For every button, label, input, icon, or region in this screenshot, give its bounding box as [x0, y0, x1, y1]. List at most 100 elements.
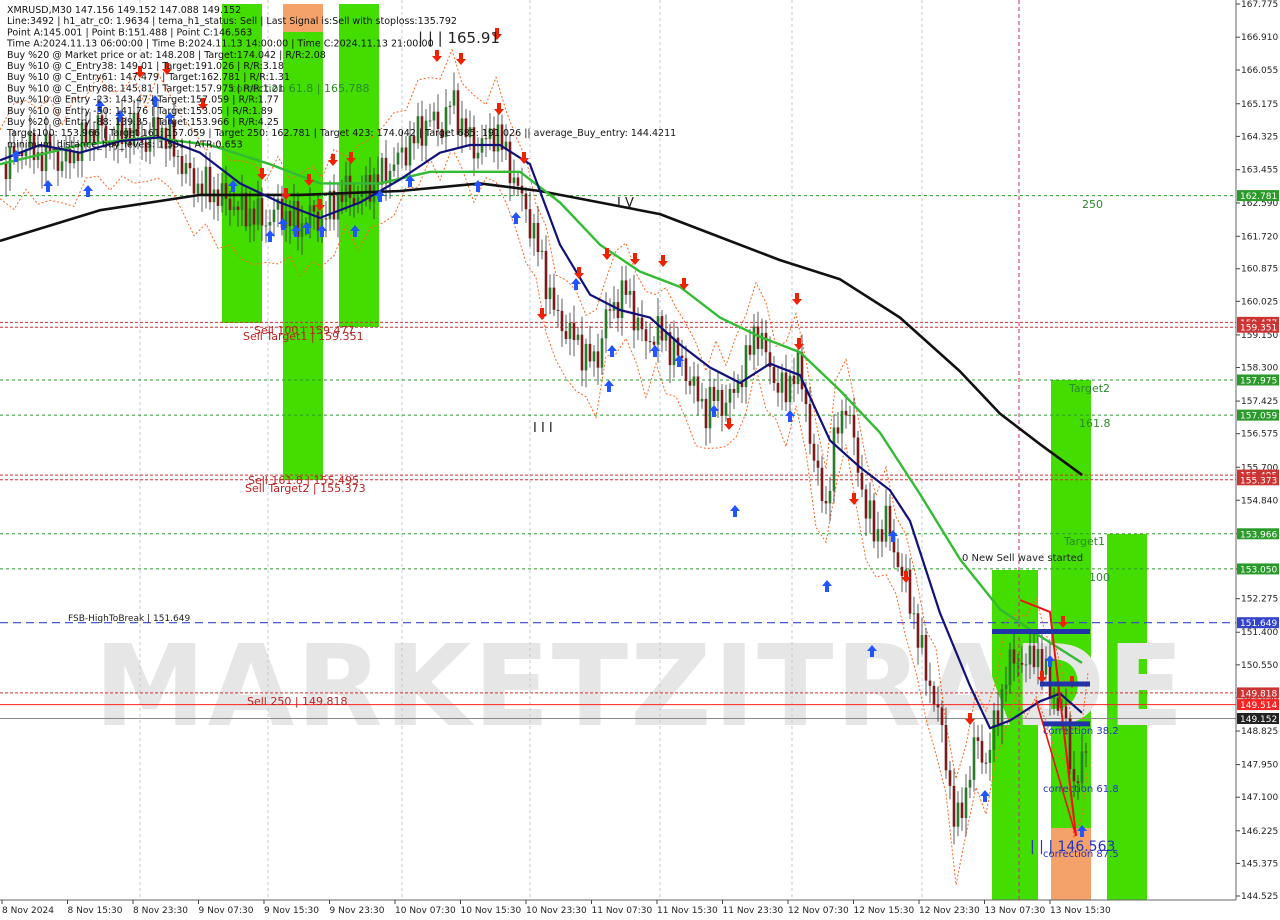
candle-body	[620, 280, 624, 318]
candle-body	[928, 680, 932, 686]
candle-body	[812, 443, 816, 461]
price-tick-label: 166.910	[1241, 33, 1278, 43]
candle-body	[720, 390, 724, 416]
time-tick-label: 8 Nov 15:30	[68, 906, 123, 916]
candle-body	[1084, 751, 1088, 753]
candle-body	[1024, 664, 1028, 666]
info-line: Buy %10 @ Entry -50: 141.76 | Target:153…	[7, 106, 273, 117]
watermark: MARKETZITRADE	[94, 622, 1186, 752]
candle-body	[224, 183, 228, 199]
candle-body	[392, 164, 396, 171]
candle-body	[184, 162, 188, 174]
candle-body	[708, 386, 712, 429]
price-tick-label: 146.225	[1241, 827, 1278, 837]
candle-body	[688, 381, 692, 386]
candle-body	[56, 151, 60, 171]
correction-618-label: correction 61.8	[1043, 784, 1119, 795]
candle-body	[204, 166, 208, 195]
candle-body	[976, 737, 980, 741]
candle-body	[712, 386, 716, 401]
price-tick-label: 160.025	[1241, 297, 1278, 307]
candle-body	[760, 332, 764, 349]
candle-body	[836, 427, 840, 434]
price-marker-label: 159.351	[1240, 324, 1277, 334]
candle-body	[560, 310, 564, 332]
candle-body	[888, 505, 892, 535]
info-line: Buy %20 @ Entry -88: 139.35 | Target:153…	[7, 117, 279, 128]
candle-body	[640, 317, 644, 330]
target2-label: Target2	[1068, 382, 1110, 395]
info-line: Target100: 153.966 | Target 161: 157.059…	[6, 128, 676, 139]
price-tick-label: 148.825	[1241, 727, 1278, 737]
sell-target1-label: Sell Target1 | 159.351	[243, 330, 364, 343]
candle-body	[964, 787, 968, 819]
candle-body	[556, 309, 560, 311]
watermark-text: MARKETZITRADE	[94, 622, 1186, 752]
candle-body	[332, 190, 336, 220]
candle-body	[764, 332, 768, 353]
candle-body	[572, 322, 576, 340]
candle-body	[624, 280, 628, 295]
candle-body	[988, 749, 992, 763]
wave-iii-label: I I I	[533, 421, 553, 436]
time-tick-label: 12 Nov 15:30	[854, 906, 915, 916]
price-tick-label: 164.325	[1241, 132, 1278, 142]
candle-body	[1016, 662, 1020, 664]
price-chart[interactable]: MARKETZITRADE | | | 165.91I VI I I| | | …	[0, 0, 1280, 920]
candle-body	[248, 208, 252, 227]
target1-label: Target1	[1063, 535, 1105, 548]
price-marker-label: 157.975	[1240, 376, 1277, 386]
candle-body	[232, 206, 236, 211]
candle-body	[264, 225, 268, 227]
candle-body	[324, 218, 328, 220]
candle-body	[372, 174, 376, 202]
chart-window: MARKETZITRADE | | | 165.91 I VI I I | | | …	[0, 0, 1280, 920]
candle-body	[608, 309, 612, 311]
candle-body	[272, 209, 276, 222]
candle-body	[796, 352, 800, 385]
time-tick-label: 10 Nov 15:30	[461, 906, 522, 916]
time-tick-label: 11 Nov 07:30	[592, 906, 653, 916]
candle-body	[268, 222, 272, 226]
candle-body	[336, 194, 340, 220]
candle-body	[228, 198, 232, 211]
price-marker-label: 149.818	[1240, 689, 1277, 699]
candle-body	[432, 111, 436, 121]
price-tick-label: 145.375	[1241, 859, 1278, 869]
candle-body	[692, 376, 696, 386]
price-tick-label: 152.275	[1241, 595, 1278, 605]
candle-body	[1056, 697, 1060, 711]
candle-body	[936, 704, 940, 708]
candle-body	[308, 205, 312, 226]
price-marker-label: 157.059	[1240, 412, 1277, 422]
candle-body	[200, 183, 204, 195]
candle-body	[960, 802, 964, 818]
price-tick-label: 147.100	[1241, 793, 1278, 803]
candle-body	[808, 404, 812, 444]
candle-body	[840, 410, 844, 434]
price-tick-label: 151.400	[1241, 628, 1278, 638]
price-marker-label: 155.373	[1240, 476, 1277, 486]
fsb-label: FSB-HighToBreak | 151.649	[68, 614, 190, 624]
candle-body	[528, 209, 532, 239]
candle-body	[244, 192, 248, 227]
candle-body	[192, 168, 196, 194]
candle-body	[876, 529, 880, 542]
candle-body	[872, 500, 876, 542]
candle-body	[1072, 769, 1076, 782]
candle-body	[972, 737, 976, 780]
info-line: Line:3492 | h1_atr_c0: 1.9634 | tema_h1_…	[7, 16, 457, 27]
candle-body	[476, 152, 480, 159]
candle-body	[208, 166, 212, 203]
price-tick-label: 160.875	[1241, 265, 1278, 275]
time-tick-label: 11 Nov 15:30	[657, 906, 718, 916]
candle-body	[1040, 649, 1044, 675]
time-tick-label: 12 Nov 23:30	[919, 906, 980, 916]
new-sell-wave-label: 0 New Sell wave started	[962, 553, 1083, 564]
candle-body	[532, 223, 536, 239]
time-tick-label: 10 Nov 23:30	[526, 906, 587, 916]
candle-body	[436, 111, 440, 129]
candle-body	[676, 337, 680, 356]
candle-body	[1080, 751, 1084, 784]
candle-body	[824, 501, 828, 504]
